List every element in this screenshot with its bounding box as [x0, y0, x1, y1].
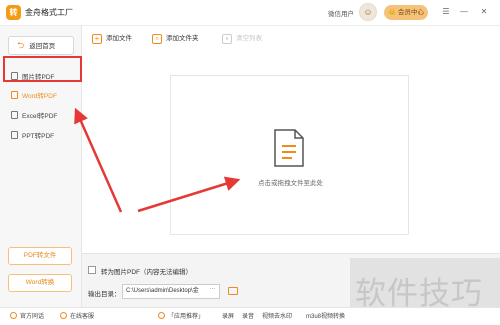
- arrow-to-word-item: [74, 107, 123, 213]
- arrow-to-drop-zone: [137, 176, 241, 213]
- annotation-arrows: [74, 107, 241, 213]
